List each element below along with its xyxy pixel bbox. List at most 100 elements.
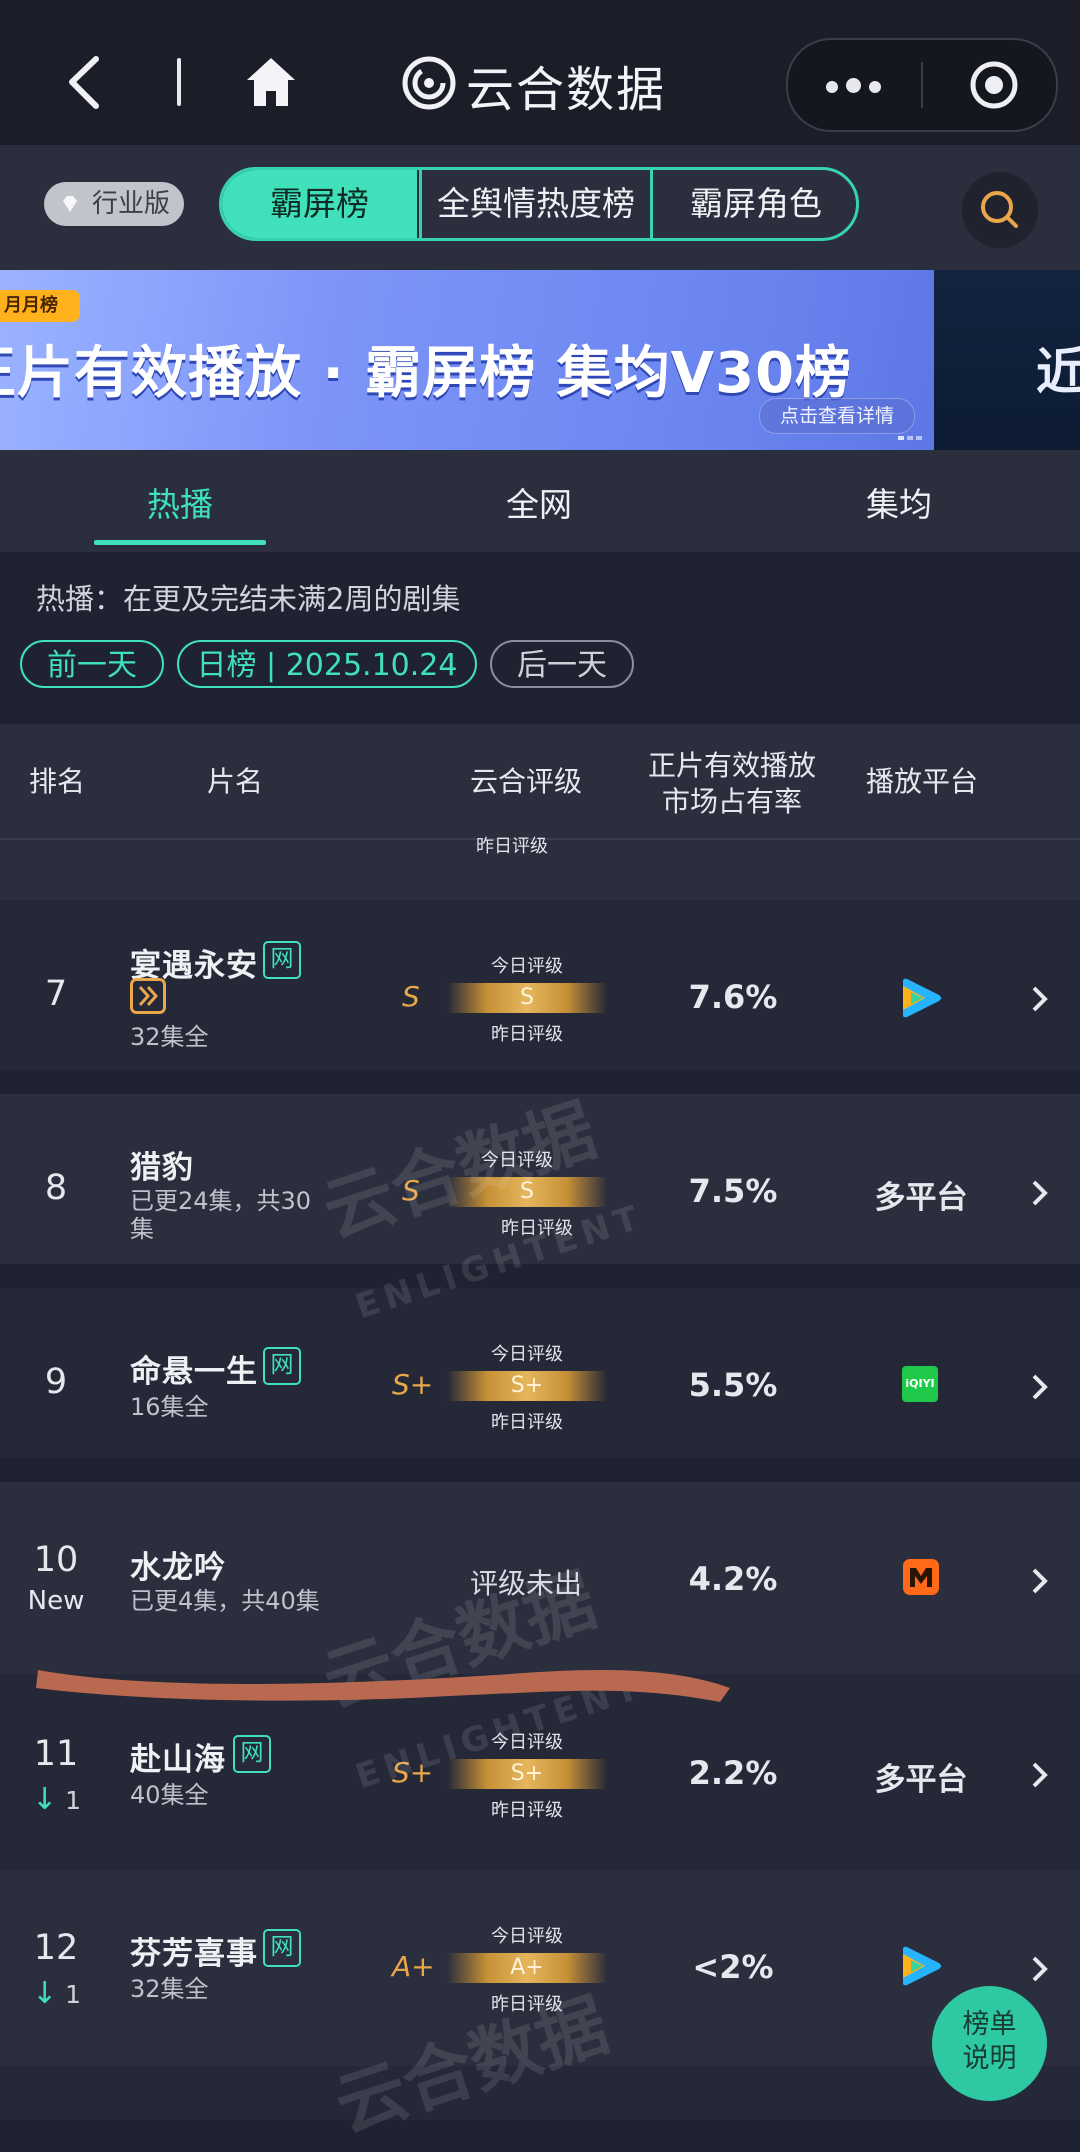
- row-title: 猎豹: [130, 1150, 194, 1186]
- today-grade-label: 今日评级: [491, 1926, 563, 1947]
- net-badge: 网: [263, 1929, 301, 1967]
- row-title: 命悬一生: [130, 1354, 258, 1390]
- header-share-line2: 市场占有率: [661, 785, 802, 818]
- active-tab-indicator: [94, 540, 266, 545]
- next-day-button[interactable]: 后一天: [490, 640, 634, 688]
- new-badge: New: [27, 1586, 85, 1616]
- row-grade: S: [402, 980, 420, 1013]
- annotation-stroke: [36, 1669, 730, 1702]
- chevron-right-icon[interactable]: [1030, 1566, 1050, 1596]
- row-episodes: 16集全: [130, 1393, 209, 1421]
- rank-change: ↓ 1: [32, 1976, 81, 2011]
- search-button[interactable]: [962, 172, 1038, 248]
- grade-bar: S+: [447, 1371, 607, 1401]
- today-grade-label: 今日评级: [481, 1150, 553, 1171]
- chevron-right-icon[interactable]: [1030, 1178, 1050, 1208]
- row-share: 5.5%: [688, 1366, 778, 1404]
- mango-tv-icon: [903, 1559, 939, 1595]
- next-banner-preview[interactable]: 近: [934, 270, 1080, 450]
- cut-yesterday-label: 昨日评级: [476, 836, 548, 857]
- row-episodes-line2: 集: [130, 1215, 154, 1243]
- row-grade: S+: [392, 1756, 434, 1789]
- today-grade-label: 今日评级: [491, 956, 563, 977]
- grade-bar: S: [447, 1177, 607, 1207]
- iqiyi-icon: iQIYI: [902, 1366, 938, 1402]
- promo-banner[interactable]: 月月榜 正片有效播放 · 霸屏榜 集均V30榜 点击查看详情: [0, 270, 934, 450]
- header-title: 片名: [206, 765, 263, 798]
- grade-bar-value: S: [520, 1179, 534, 1204]
- chevron-right-icon[interactable]: [1030, 1954, 1050, 1984]
- grade-bar: S: [447, 983, 607, 1013]
- row-share: 7.6%: [688, 978, 778, 1016]
- row-grade: A+: [392, 1950, 435, 1983]
- table-row-partial-bottom: [0, 2066, 1080, 2120]
- tencent-video-icon: [903, 1946, 941, 1986]
- tab-rebo[interactable]: 热播: [147, 478, 213, 526]
- mini-program-capsule: [786, 38, 1058, 132]
- row-platform: 多平台: [874, 1180, 968, 1216]
- row-grade-pending: 评级未出: [470, 1567, 583, 1600]
- header-grade: 云合评级: [469, 765, 582, 798]
- arrow-down-icon: ↓: [32, 1782, 58, 1817]
- grade-bar-value: S+: [510, 1761, 544, 1786]
- nav-divider: [177, 58, 181, 106]
- row-rank: 12: [33, 1928, 79, 1968]
- row-platform: 多平台: [874, 1762, 968, 1798]
- ranking-type-segmented-control: 霸屏榜 全舆情热度榜 霸屏角色: [219, 167, 859, 241]
- chevron-left-icon[interactable]: [64, 55, 104, 110]
- row-share: <2%: [692, 1948, 774, 1986]
- row-episodes: 40集全: [130, 1781, 209, 1809]
- next-banner-text: 近: [1036, 343, 1080, 401]
- yesterday-grade-label: 昨日评级: [491, 1800, 563, 1821]
- tencent-video-icon: [903, 978, 941, 1018]
- carousel-dots: [898, 436, 922, 440]
- diamond-icon: [63, 196, 77, 212]
- target-circle-icon[interactable]: [968, 59, 1020, 111]
- logo-icon: [402, 56, 456, 110]
- capsule-divider: [921, 62, 923, 108]
- net-badge: 网: [263, 1347, 301, 1385]
- search-icon: [981, 191, 1018, 228]
- segment-bapingbang[interactable]: 霸屏榜: [222, 170, 417, 238]
- vip-play-icon: [130, 978, 166, 1014]
- row-grade: S: [402, 1174, 420, 1207]
- row-share: 4.2%: [688, 1560, 778, 1598]
- row-episodes: 32集全: [130, 1023, 209, 1051]
- banner-tag: 月月榜: [0, 290, 80, 322]
- home-icon[interactable]: [243, 54, 299, 110]
- chevron-right-icon[interactable]: [1030, 984, 1050, 1014]
- row-rank: 11: [33, 1734, 79, 1774]
- edition-badge[interactable]: 行业版: [44, 182, 184, 226]
- header-platform: 播放平台: [865, 765, 978, 798]
- chevron-right-icon[interactable]: [1030, 1372, 1050, 1402]
- arrow-down-icon: ↓: [32, 1976, 58, 2011]
- row-rank: 8: [44, 1168, 68, 1208]
- grade-bar-value: S: [520, 985, 534, 1010]
- edition-badge-label: 行业版: [92, 189, 171, 219]
- list-description: 热播：在更及完结未满2周的剧集: [36, 582, 461, 616]
- yesterday-grade-label: 昨日评级: [491, 1412, 563, 1433]
- rank-change: ↓ 1: [32, 1782, 81, 1817]
- chevron-right-icon[interactable]: [1030, 1760, 1050, 1790]
- today-grade-label: 今日评级: [491, 1732, 563, 1753]
- row-rank: 10: [33, 1540, 79, 1580]
- ranking-explanation-button[interactable]: 榜单 说明: [932, 1986, 1047, 2101]
- grade-bar-value: S+: [510, 1373, 544, 1398]
- yesterday-grade-label: 昨日评级: [491, 1024, 563, 1045]
- row-episodes-line1: 已更24集，共30: [130, 1187, 312, 1215]
- app-title: 云合数据: [466, 62, 667, 118]
- segment-quanyuqing[interactable]: 全舆情热度榜: [419, 170, 650, 238]
- segment-bapingjuese[interactable]: 霸屏角色: [650, 170, 856, 238]
- banner-detail-button[interactable]: 点击查看详情: [759, 398, 916, 434]
- tab-jijun[interactable]: 集均: [866, 478, 932, 526]
- grade-bar: A+: [447, 1953, 607, 1983]
- header-rank: 排名: [28, 765, 85, 798]
- more-dots-icon[interactable]: [826, 78, 896, 93]
- rank-change-value: 1: [65, 1980, 81, 2009]
- prev-day-button[interactable]: 前一天: [20, 640, 164, 688]
- date-selector[interactable]: 日榜 | 2025.10.24: [177, 640, 477, 688]
- row-share: 7.5%: [688, 1172, 778, 1210]
- rank-change-value: 1: [65, 1786, 81, 1815]
- tab-quanwang[interactable]: 全网: [506, 478, 572, 526]
- row-title: 赴山海: [130, 1742, 226, 1778]
